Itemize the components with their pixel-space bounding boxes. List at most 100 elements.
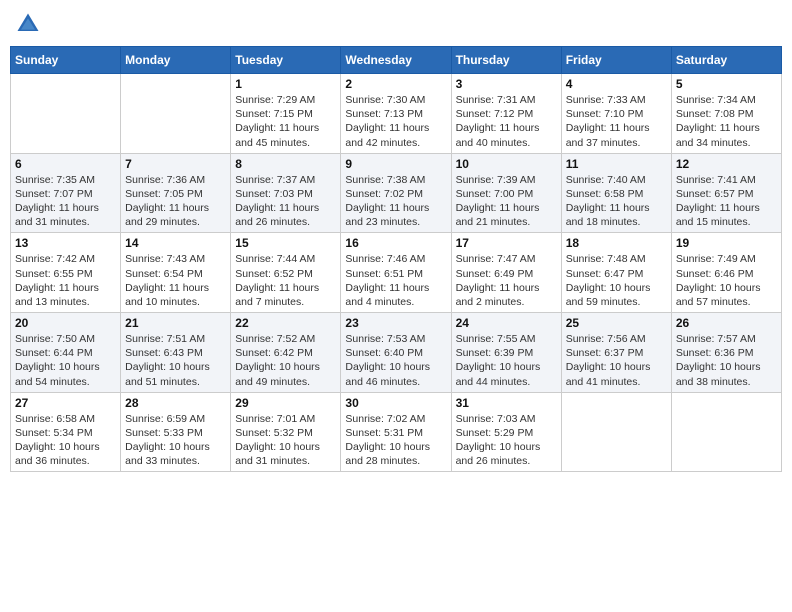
day-number: 11: [566, 157, 667, 171]
day-info: Sunrise: 6:59 AM Sunset: 5:33 PM Dayligh…: [125, 412, 226, 469]
calendar-cell: 23 Sunrise: 7:53 AM Sunset: 6:40 PM Dayli…: [341, 313, 451, 393]
calendar-cell: 8 Sunrise: 7:37 AM Sunset: 7:03 PM Daylig…: [231, 153, 341, 233]
calendar-header-row: SundayMondayTuesdayWednesdayThursdayFrid…: [11, 47, 782, 74]
day-info: Sunrise: 7:40 AM Sunset: 6:58 PM Dayligh…: [566, 173, 667, 230]
day-number: 8: [235, 157, 336, 171]
calendar-cell: 19 Sunrise: 7:49 AM Sunset: 6:46 PM Dayli…: [671, 233, 781, 313]
week-row-3: 13 Sunrise: 7:42 AM Sunset: 6:55 PM Dayli…: [11, 233, 782, 313]
day-number: 5: [676, 77, 777, 91]
day-info: Sunrise: 7:49 AM Sunset: 6:46 PM Dayligh…: [676, 252, 777, 309]
day-info: Sunrise: 7:34 AM Sunset: 7:08 PM Dayligh…: [676, 93, 777, 150]
week-row-2: 6 Sunrise: 7:35 AM Sunset: 7:07 PM Daylig…: [11, 153, 782, 233]
header-tuesday: Tuesday: [231, 47, 341, 74]
calendar-cell: 3 Sunrise: 7:31 AM Sunset: 7:12 PM Daylig…: [451, 74, 561, 154]
day-info: Sunrise: 7:01 AM Sunset: 5:32 PM Dayligh…: [235, 412, 336, 469]
day-info: Sunrise: 7:52 AM Sunset: 6:42 PM Dayligh…: [235, 332, 336, 389]
day-info: Sunrise: 7:38 AM Sunset: 7:02 PM Dayligh…: [345, 173, 446, 230]
calendar-cell: [671, 392, 781, 472]
day-info: Sunrise: 7:02 AM Sunset: 5:31 PM Dayligh…: [345, 412, 446, 469]
logo-icon: [14, 10, 42, 38]
calendar-cell: 9 Sunrise: 7:38 AM Sunset: 7:02 PM Daylig…: [341, 153, 451, 233]
day-number: 28: [125, 396, 226, 410]
calendar-cell: 18 Sunrise: 7:48 AM Sunset: 6:47 PM Dayli…: [561, 233, 671, 313]
day-number: 26: [676, 316, 777, 330]
calendar-cell: 10 Sunrise: 7:39 AM Sunset: 7:00 PM Dayli…: [451, 153, 561, 233]
week-row-4: 20 Sunrise: 7:50 AM Sunset: 6:44 PM Dayli…: [11, 313, 782, 393]
day-info: Sunrise: 7:30 AM Sunset: 7:13 PM Dayligh…: [345, 93, 446, 150]
day-number: 3: [456, 77, 557, 91]
day-number: 7: [125, 157, 226, 171]
header-wednesday: Wednesday: [341, 47, 451, 74]
header-thursday: Thursday: [451, 47, 561, 74]
day-info: Sunrise: 7:41 AM Sunset: 6:57 PM Dayligh…: [676, 173, 777, 230]
calendar-cell: 16Sunrise: 7:46 AM Sunset: 6:51 PM Dayli…: [341, 233, 451, 313]
day-number: 25: [566, 316, 667, 330]
day-info: Sunrise: 7:33 AM Sunset: 7:10 PM Dayligh…: [566, 93, 667, 150]
calendar-cell: 21Sunrise: 7:51 AM Sunset: 6:43 PM Dayli…: [121, 313, 231, 393]
day-info: Sunrise: 7:36 AM Sunset: 7:05 PM Dayligh…: [125, 173, 226, 230]
header-monday: Monday: [121, 47, 231, 74]
day-info: Sunrise: 7:57 AM Sunset: 6:36 PM Dayligh…: [676, 332, 777, 389]
day-info: Sunrise: 7:42 AM Sunset: 6:55 PM Dayligh…: [15, 252, 116, 309]
day-number: 6: [15, 157, 116, 171]
calendar-cell: 20 Sunrise: 7:50 AM Sunset: 6:44 PM Dayli…: [11, 313, 121, 393]
calendar-cell: 26 Sunrise: 7:57 AM Sunset: 6:36 PM Dayli…: [671, 313, 781, 393]
day-info: Sunrise: 7:55 AM Sunset: 6:39 PM Dayligh…: [456, 332, 557, 389]
day-info: Sunrise: 7:48 AM Sunset: 6:47 PM Dayligh…: [566, 252, 667, 309]
day-info: Sunrise: 6:58 AM Sunset: 5:34 PM Dayligh…: [15, 412, 116, 469]
day-number: 10: [456, 157, 557, 171]
calendar-cell: 28 Sunrise: 6:59 AM Sunset: 5:33 PM Dayli…: [121, 392, 231, 472]
day-number: 23: [345, 316, 446, 330]
calendar-cell: 2 Sunrise: 7:30 AM Sunset: 7:13 PM Daylig…: [341, 74, 451, 154]
calendar-cell: 7 Sunrise: 7:36 AM Sunset: 7:05 PM Daylig…: [121, 153, 231, 233]
day-number: 31: [456, 396, 557, 410]
calendar-cell: 5 Sunrise: 7:34 AM Sunset: 7:08 PM Daylig…: [671, 74, 781, 154]
day-info: Sunrise: 7:31 AM Sunset: 7:12 PM Dayligh…: [456, 93, 557, 150]
calendar-cell: 29 Sunrise: 7:01 AM Sunset: 5:32 PM Dayli…: [231, 392, 341, 472]
day-number: 2: [345, 77, 446, 91]
day-number: 9: [345, 157, 446, 171]
calendar-cell: 17Sunrise: 7:47 AM Sunset: 6:49 PM Dayli…: [451, 233, 561, 313]
day-number: 15: [235, 236, 336, 250]
day-number: 30: [345, 396, 446, 410]
calendar-cell: 4 Sunrise: 7:33 AM Sunset: 7:10 PM Daylig…: [561, 74, 671, 154]
calendar-cell: 25 Sunrise: 7:56 AM Sunset: 6:37 PM Dayli…: [561, 313, 671, 393]
day-info: Sunrise: 7:29 AM Sunset: 7:15 PM Dayligh…: [235, 93, 336, 150]
day-info: Sunrise: 7:47 AM Sunset: 6:49 PM Dayligh…: [456, 252, 557, 309]
day-info: Sunrise: 7:44 AM Sunset: 6:52 PM Dayligh…: [235, 252, 336, 309]
calendar-cell: 27 Sunrise: 6:58 AM Sunset: 5:34 PM Dayli…: [11, 392, 121, 472]
calendar-cell: 13 Sunrise: 7:42 AM Sunset: 6:55 PM Dayli…: [11, 233, 121, 313]
day-info: Sunrise: 7:39 AM Sunset: 7:00 PM Dayligh…: [456, 173, 557, 230]
day-number: 27: [15, 396, 116, 410]
calendar-cell: 12Sunrise: 7:41 AM Sunset: 6:57 PM Dayli…: [671, 153, 781, 233]
day-number: 29: [235, 396, 336, 410]
header-saturday: Saturday: [671, 47, 781, 74]
day-info: Sunrise: 7:50 AM Sunset: 6:44 PM Dayligh…: [15, 332, 116, 389]
day-number: 4: [566, 77, 667, 91]
calendar-cell: 15 Sunrise: 7:44 AM Sunset: 6:52 PM Dayli…: [231, 233, 341, 313]
day-number: 19: [676, 236, 777, 250]
day-info: Sunrise: 7:37 AM Sunset: 7:03 PM Dayligh…: [235, 173, 336, 230]
calendar-cell: 14 Sunrise: 7:43 AM Sunset: 6:54 PM Dayli…: [121, 233, 231, 313]
day-number: 13: [15, 236, 116, 250]
day-number: 18: [566, 236, 667, 250]
day-number: 20: [15, 316, 116, 330]
day-info: Sunrise: 7:46 AM Sunset: 6:51 PM Dayligh…: [345, 252, 446, 309]
calendar-cell: 24 Sunrise: 7:55 AM Sunset: 6:39 PM Dayli…: [451, 313, 561, 393]
calendar-table: SundayMondayTuesdayWednesdayThursdayFrid…: [10, 46, 782, 472]
header-sunday: Sunday: [11, 47, 121, 74]
calendar-cell: 11 Sunrise: 7:40 AM Sunset: 6:58 PM Dayli…: [561, 153, 671, 233]
day-info: Sunrise: 7:43 AM Sunset: 6:54 PM Dayligh…: [125, 252, 226, 309]
day-info: Sunrise: 7:35 AM Sunset: 7:07 PM Dayligh…: [15, 173, 116, 230]
day-number: 24: [456, 316, 557, 330]
calendar-cell: 31Sunrise: 7:03 AM Sunset: 5:29 PM Dayli…: [451, 392, 561, 472]
day-info: Sunrise: 7:56 AM Sunset: 6:37 PM Dayligh…: [566, 332, 667, 389]
calendar-cell: 1Sunrise: 7:29 AM Sunset: 7:15 PM Daylig…: [231, 74, 341, 154]
week-row-5: 27 Sunrise: 6:58 AM Sunset: 5:34 PM Dayli…: [11, 392, 782, 472]
day-info: Sunrise: 7:53 AM Sunset: 6:40 PM Dayligh…: [345, 332, 446, 389]
day-number: 14: [125, 236, 226, 250]
calendar-cell: 30 Sunrise: 7:02 AM Sunset: 5:31 PM Dayli…: [341, 392, 451, 472]
week-row-1: 1Sunrise: 7:29 AM Sunset: 7:15 PM Daylig…: [11, 74, 782, 154]
calendar-cell: [121, 74, 231, 154]
logo: [14, 10, 46, 38]
